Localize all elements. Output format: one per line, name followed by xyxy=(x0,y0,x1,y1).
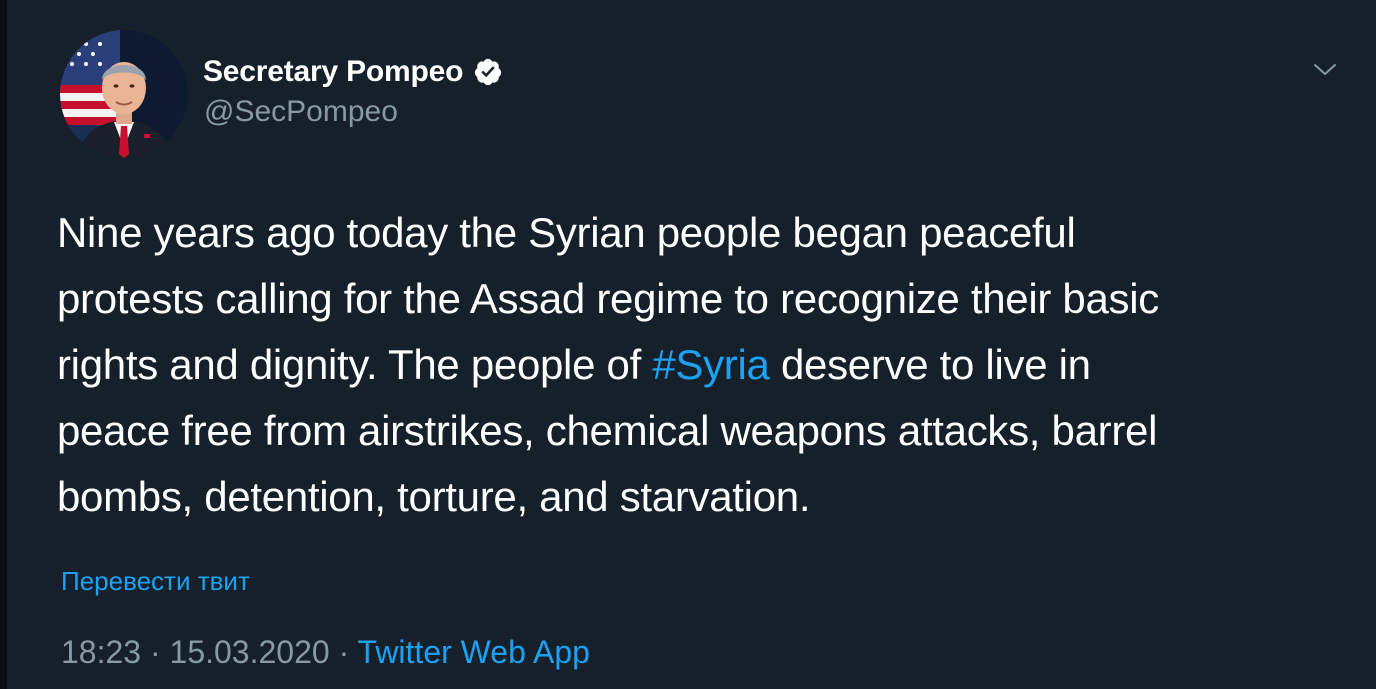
author-display-name[interactable]: Secretary Pompeo xyxy=(203,55,463,89)
tweet-text: Nine years ago today the Syrian people b… xyxy=(57,200,1337,530)
hashtag-link[interactable]: #Syria xyxy=(652,341,770,388)
tweet-date[interactable]: 15.03.2020 xyxy=(170,634,330,670)
meta-separator: · xyxy=(338,634,350,670)
source-app-link[interactable]: Twitter Web App xyxy=(358,634,590,670)
author-handle[interactable]: @SecPompeo xyxy=(204,95,398,129)
tweet-text-line: rights and dignity. The people of #Syria… xyxy=(57,332,1337,398)
author-name-row[interactable]: Secretary Pompeo xyxy=(203,52,503,92)
tweet-text-segment: rights and dignity. The people of xyxy=(57,341,653,388)
translate-tweet-link[interactable]: Перевести твит xyxy=(61,566,250,597)
chevron-down-icon[interactable] xyxy=(1308,58,1342,82)
tweet-text-line: protests calling for the Assad regime to… xyxy=(57,275,1159,322)
tweet-card: Secretary Pompeo @SecPompeo Nine years a… xyxy=(7,0,1376,689)
verified-badge-icon xyxy=(473,57,503,87)
tweet-text-line: peace free from airstrikes, chemical wea… xyxy=(57,407,1158,454)
tweet-text-line: Nine years ago today the Syrian people b… xyxy=(57,209,1076,256)
avatar[interactable] xyxy=(60,30,188,158)
tweet-text-segment: deserve to live in xyxy=(769,341,1091,388)
tweet-text-line: bombs, detention, torture, and starvatio… xyxy=(57,473,811,520)
window-edge xyxy=(0,0,7,689)
tweet-time[interactable]: 18:23 xyxy=(61,634,141,670)
avatar-image xyxy=(60,30,188,158)
meta-separator: · xyxy=(149,634,161,670)
tweet-meta: 18:23 · 15.03.2020 · Twitter Web App xyxy=(61,634,590,671)
